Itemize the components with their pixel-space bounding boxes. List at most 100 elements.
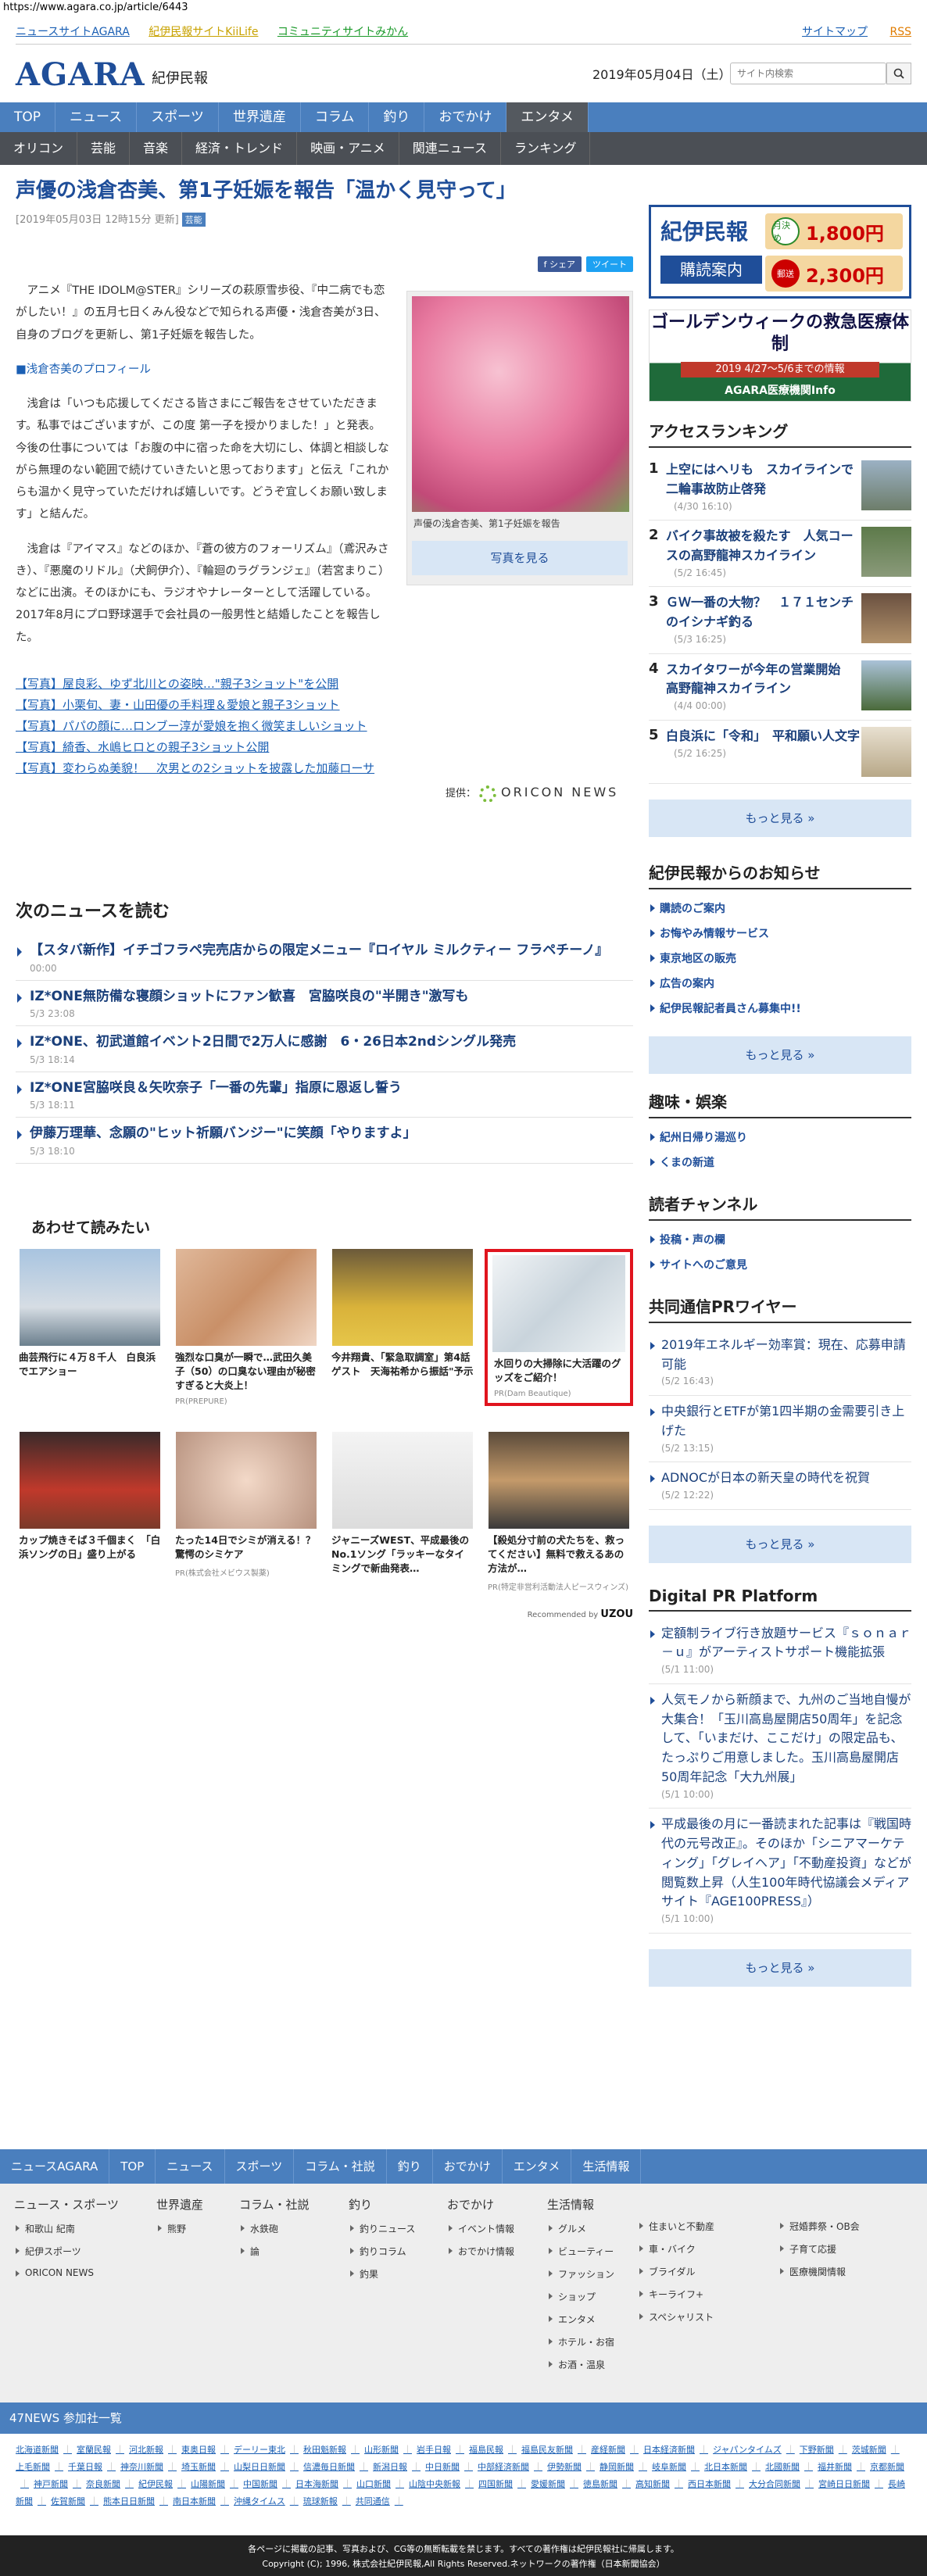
footer-link[interactable]: ブライダル	[638, 2260, 714, 2283]
dpr-title[interactable]: 人気モノから新顔まで、九州のご当地自慢が大集合！「玉川高島屋開店50周年」を記念…	[661, 1690, 911, 1787]
card-image[interactable]	[332, 1249, 473, 1346]
newspaper-link[interactable]: 神戸新聞	[34, 2479, 81, 2489]
recommend-card[interactable]: 強烈な口臭が一瞬で…武田久美子（50）の口臭ない理由が秘密すぎると大炎上！ PR(…	[172, 1249, 320, 1406]
newspaper-link[interactable]: 上毛新聞	[16, 2462, 63, 2472]
rank-thumbnail[interactable]	[861, 593, 911, 644]
card-image[interactable]	[20, 1249, 160, 1346]
nav-sports[interactable]: スポーツ	[137, 102, 219, 132]
footer-nav-item[interactable]: コラム・社説	[294, 2149, 387, 2184]
card-image[interactable]	[20, 1432, 160, 1529]
dpr-item[interactable]: 平成最後の月に一番読まれた記事は『戦国時代の元号改正』。そのほか「シニアマーケテ…	[649, 1809, 911, 1934]
nav-heritage[interactable]: 世界遺産	[219, 102, 301, 132]
recommend-card[interactable]: 曲芸飛行に４万８千人 白良浜でエアショー	[16, 1249, 164, 1406]
footer-nav-item[interactable]: おでかけ	[433, 2149, 503, 2184]
notice-link[interactable]: 広告の案内	[649, 971, 911, 996]
card-title[interactable]: カップ焼きそば３千個まく 「白浜ソングの日」盛り上がる	[16, 1529, 164, 1566]
card-title[interactable]: たった14日でシミが消える！？驚愕のシミケア	[172, 1529, 320, 1566]
footer-nav-item[interactable]: ニュース	[156, 2149, 225, 2184]
newspaper-link[interactable]: 福島民報	[469, 2445, 517, 2455]
newspaper-link[interactable]: 福島民友新聞	[521, 2445, 586, 2455]
footer-link[interactable]: ORICON NEWS	[14, 2263, 119, 2283]
newspaper-link[interactable]: 秋田魁新報	[303, 2445, 360, 2455]
newspaper-link[interactable]: 奈良新聞	[86, 2479, 134, 2489]
recommend-card-highlighted[interactable]: 水回りの大掃除に大活躍のグッズをご紹介！ PR(Dam Beautique)	[485, 1249, 633, 1407]
newspaper-link[interactable]: 徳島新聞	[583, 2479, 631, 2489]
ranking-item[interactable]: 2 バイク事故被を殺たす 人気コースの高野龍神スカイライン (5/2 16:45)	[649, 521, 911, 588]
rank-thumbnail[interactable]	[861, 660, 911, 710]
twitter-share-button[interactable]: ツイート	[586, 256, 633, 272]
newspaper-link[interactable]: 西日本新聞	[688, 2479, 744, 2489]
ranking-item[interactable]: 1 上空にはヘリも スカイラインで二輪事故防止啓発 (4/30 16:10)	[649, 454, 911, 521]
footer-link[interactable]: ビューティー	[547, 2240, 614, 2263]
footer-link[interactable]: 住まいと不動産	[638, 2215, 714, 2238]
notice-more-button[interactable]: もっと見る »	[649, 1036, 911, 1074]
site-logo[interactable]: AGARA	[16, 56, 145, 93]
recommend-card[interactable]: 今井翔貴、「緊急取調室」第4話ゲスト 天海祐希から振話"予示	[328, 1249, 477, 1406]
recommend-card[interactable]: 【殺処分寸前の犬たちを、救ってください】無料で救えるあの方法が… PR(特定非営利…	[485, 1432, 633, 1592]
card-title[interactable]: 今井翔貴、「緊急取調室」第4話ゲスト 天海祐希から振話"予示	[328, 1346, 477, 1383]
footer-link[interactable]: イベント情報	[447, 2217, 514, 2240]
newspaper-link[interactable]: 神奈川新聞	[120, 2462, 177, 2472]
newspaper-link[interactable]: 産経新聞	[591, 2445, 639, 2455]
ranking-item[interactable]: 4 スカイタワーが今年の営業開始 高野龍神スカイライン (4/4 00:00)	[649, 654, 911, 721]
newspaper-link[interactable]: 福井新聞	[818, 2462, 865, 2472]
toplink-rss[interactable]: RSS	[889, 26, 911, 38]
newspaper-link[interactable]: 山口新聞	[356, 2479, 404, 2489]
newspaper-link[interactable]: 室蘭民報	[77, 2445, 124, 2455]
footer-link[interactable]: 水鉄砲	[239, 2217, 310, 2240]
news-title[interactable]: IZ*ONE無防備な寝顔ショットにファン歓喜 宮脇咲良の"半開き"激写も	[30, 987, 633, 1007]
card-image[interactable]	[489, 1432, 629, 1529]
footer-link[interactable]: 車・バイク	[638, 2238, 714, 2260]
footer-link[interactable]: ファッション	[547, 2263, 614, 2285]
newspaper-link[interactable]: 河北新報	[129, 2445, 177, 2455]
notice-link[interactable]: お悔やみ情報サービス	[649, 921, 911, 946]
footer-link[interactable]: 熊野	[156, 2217, 203, 2240]
newspaper-link[interactable]: 日本海新聞	[295, 2479, 352, 2489]
newspaper-link[interactable]: 下野新聞	[800, 2445, 847, 2455]
kyodo-item[interactable]: ADNOCが日本の新天皇の時代を祝賀 (5/2 12:22)	[649, 1462, 911, 1510]
card-title[interactable]: 水回りの大掃除に大活躍のグッズをご紹介！	[491, 1352, 627, 1390]
rank-thumbnail[interactable]	[861, 460, 911, 510]
recommend-card[interactable]: ジャニーズWEST、平成最後のNo.1ソング「ラッキーなタイミングで新曲発表…	[328, 1432, 477, 1592]
subnav-economy[interactable]: 経済・トレンド	[182, 132, 298, 165]
newspaper-link[interactable]: 大分合同新聞	[749, 2479, 814, 2489]
newspaper-link[interactable]: 四国新聞	[478, 2479, 526, 2489]
card-image[interactable]	[176, 1432, 317, 1529]
newspaper-link[interactable]: 中日新聞	[425, 2462, 473, 2472]
nav-top[interactable]: TOP	[0, 102, 56, 132]
subnav-geino[interactable]: 芸能	[77, 132, 131, 165]
footer-link[interactable]: キーライフ+	[638, 2283, 714, 2306]
emergency-medical-ad[interactable]: ゴールデンウィークの救急医療体制 2019 4/27〜5/6までの情報 AGAR…	[649, 309, 911, 402]
related-link[interactable]: 【写真】パパの顔に…ロンブー淳が愛娘を抱く微笑ましいショット	[16, 716, 633, 737]
hobby-link[interactable]: くまの新道	[649, 1150, 911, 1175]
related-link[interactable]: 【写真】綺香、水嶋ヒロとの親子3ショット公開	[16, 737, 633, 758]
footer-link[interactable]: ホテル・お宿	[547, 2331, 614, 2353]
toplink-kiilife[interactable]: 紀伊民報サイトKiiLife	[149, 26, 258, 38]
card-title[interactable]: 強烈な口臭が一瞬で…武田久美子（50）の口臭ない理由が秘密すぎると大炎上！	[172, 1346, 320, 1397]
kyodo-title[interactable]: 2019年エネルギー効率賞：現在、応募申請可能	[661, 1336, 911, 1375]
footer-link[interactable]: エンタメ	[547, 2308, 614, 2331]
news-title[interactable]: IZ*ONE宮脇咲良＆矢吹奈子「一番の先輩」指原に恩返し誓う	[30, 1079, 633, 1099]
provider-name[interactable]: ORICON NEWS	[501, 785, 618, 800]
footer-nav-item[interactable]: 釣り	[387, 2149, 433, 2184]
rank-title[interactable]: バイク事故被を殺たす 人気コースの高野龍神スカイライン	[666, 528, 854, 563]
kyodo-item[interactable]: 2019年エネルギー効率賞：現在、応募申請可能 (5/2 16:43)	[649, 1329, 911, 1396]
newspaper-link[interactable]: 千葉日報	[68, 2462, 116, 2472]
newspaper-link[interactable]: 熊本日日新聞	[103, 2496, 168, 2506]
footer-link[interactable]: お酒・温泉	[547, 2353, 614, 2376]
card-image[interactable]	[492, 1255, 625, 1352]
recommend-card[interactable]: カップ焼きそば３千個まく 「白浜ソングの日」盛り上がる	[16, 1432, 164, 1592]
newspaper-link[interactable]: 山陰中央新報	[409, 2479, 474, 2489]
footer-link[interactable]: 釣果	[349, 2263, 415, 2285]
ranking-more-button[interactable]: もっと見る »	[649, 799, 911, 837]
dpr-item[interactable]: 人気モノから新顔まで、九州のご当地自慢が大集合！「玉川高島屋開店50周年」を記念…	[649, 1684, 911, 1809]
rank-thumbnail[interactable]	[861, 726, 911, 777]
url-bar[interactable]: https://www.agara.co.jp/article/6443	[0, 0, 927, 17]
recommend-card[interactable]: たった14日でシミが消える！？驚愕のシミケア PR(株式会社メビウス製薬)	[172, 1432, 320, 1592]
newspaper-link[interactable]: 中部経済新聞	[478, 2462, 542, 2472]
newspaper-link[interactable]: 埼玉新聞	[181, 2462, 229, 2472]
dpr-item[interactable]: 定額制ライブ行き放題サービス『ｓｏｎａｒ－ｕ』がアーティストサポート機能拡張 (5…	[649, 1618, 911, 1684]
search-button[interactable]	[886, 63, 911, 84]
footer-link[interactable]: グルメ	[547, 2217, 614, 2240]
kyodo-more-button[interactable]: もっと見る »	[649, 1525, 911, 1563]
